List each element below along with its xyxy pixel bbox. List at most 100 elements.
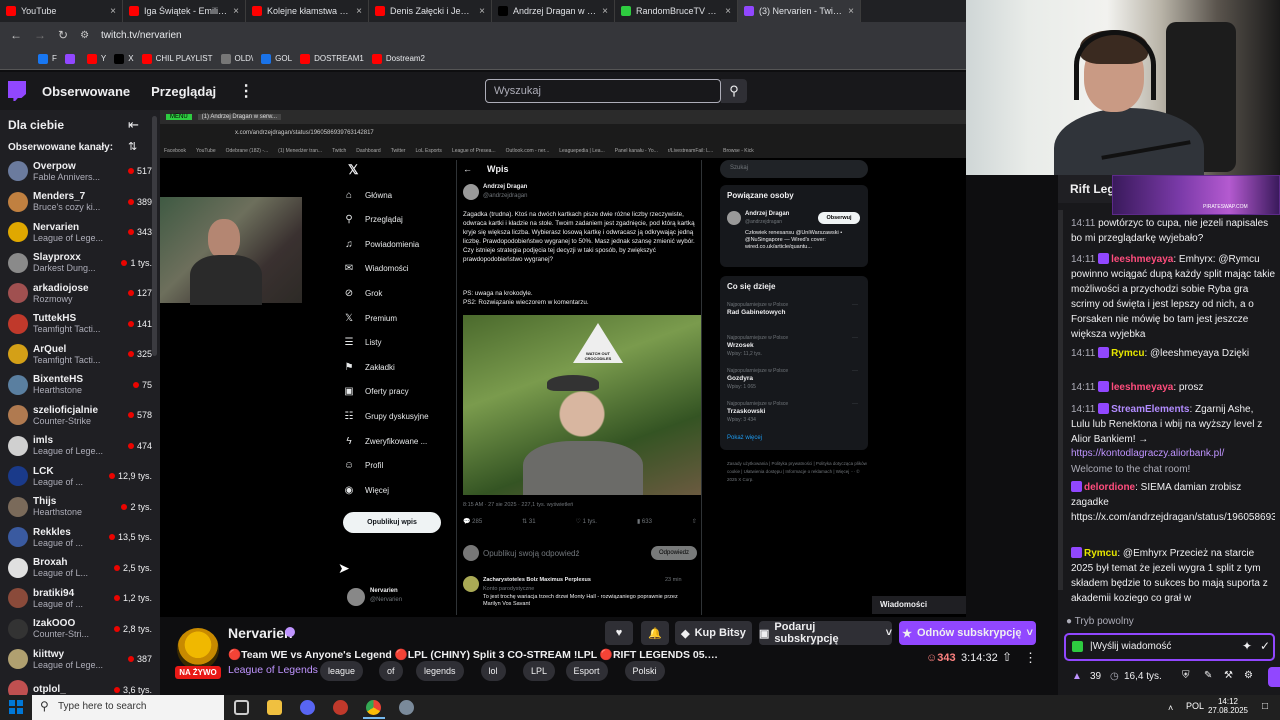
tray-chevron-icon[interactable]: ˄: [1168, 703, 1173, 713]
sidebar-channel[interactable]: BixenteHS Hearthstone 75: [0, 370, 152, 400]
x-nav-item[interactable]: ⌂ Główna: [343, 187, 392, 203]
sidebar-channel[interactable]: Overpow Fable Annivers... 517: [0, 156, 152, 186]
chat-username[interactable]: Rymcu: [1084, 548, 1117, 559]
channel-points[interactable]: 39: [1090, 671, 1101, 682]
show-more-link[interactable]: Pokaż więcej: [727, 435, 762, 441]
file-explorer-icon[interactable]: [267, 700, 282, 715]
stream-video[interactable]: MENU (1) Andrzej Dragan w serw... x.com/…: [160, 110, 966, 617]
gift-sub-button[interactable]: ▣ Podaruj subskrypcję ˅: [759, 621, 892, 645]
x-nav-item[interactable]: ☺ Profil: [343, 458, 383, 474]
reply-input[interactable]: Opublikuj swoją odpowiedź: [483, 549, 580, 558]
chrome-icon[interactable]: [366, 700, 381, 715]
browser-tab[interactable]: Iga Świątek - Emiliana Ara... ×: [123, 0, 246, 22]
browser-tab[interactable]: RandomBruceTV Stream ... ×: [615, 0, 738, 22]
pen-icon[interactable]: ✎: [1204, 670, 1212, 681]
back-arrow-icon[interactable]: ←: [463, 164, 472, 174]
tab-close-icon[interactable]: ×: [725, 6, 731, 17]
sidebar-channel[interactable]: ArQuel Teamfight Tacti... 325: [0, 339, 152, 369]
x-nav-item[interactable]: ◉ Więcej: [343, 482, 389, 498]
channel-avatar[interactable]: [177, 628, 219, 670]
share-icon[interactable]: ⇧: [692, 518, 697, 530]
emote-picker-icon[interactable]: ✦: [1242, 639, 1252, 653]
tag-pill[interactable]: legends: [416, 661, 464, 681]
bookmark-item[interactable]: GOL: [261, 53, 292, 64]
site-info-icon[interactable]: ⚙: [80, 30, 89, 41]
x-nav-item[interactable]: 𝕏 Premium: [343, 310, 397, 326]
chat-scrollbar[interactable]: [1058, 210, 1063, 590]
trend-more-icon[interactable]: ···: [852, 302, 858, 308]
taskbar-search-input[interactable]: ⚲ Type here to search: [32, 695, 224, 720]
tag-pill[interactable]: league: [320, 661, 364, 681]
chat-username[interactable]: Rymcu: [1111, 348, 1144, 359]
tab-close-icon[interactable]: ×: [356, 6, 362, 17]
taskbar-clock[interactable]: 14:12 27.08.2025: [1206, 697, 1250, 715]
chat-username[interactable]: delordione: [1084, 482, 1135, 493]
trend-name[interactable]: Trzaskowski: [727, 408, 765, 415]
windows-start-icon[interactable]: [9, 700, 23, 714]
sidebar-channel[interactable]: Thijs Hearthstone 2 tys.: [0, 492, 152, 522]
tab-close-icon[interactable]: ×: [479, 6, 485, 17]
browser-tab[interactable]: Kolejne kłamstwa koalicji... ×: [246, 0, 369, 22]
x-nav-item[interactable]: ♫ Powiadomienia: [343, 236, 419, 252]
share-icon[interactable]: ⇧: [1002, 650, 1012, 664]
messages-drawer[interactable]: Wiadomości ▲: [872, 596, 966, 614]
search-icon[interactable]: ⚲: [721, 79, 747, 103]
bookmark-item[interactable]: Y: [86, 53, 106, 64]
author-avatar[interactable]: [463, 184, 479, 200]
renew-sub-button[interactable]: ★ Odnów subskrypcję ˅: [899, 621, 1036, 645]
reply-count[interactable]: 💬 285: [463, 518, 482, 530]
x-nav-item[interactable]: ☷ Grupy dyskusyjne: [343, 408, 429, 424]
x-nav-item[interactable]: ☰ Listy: [343, 335, 382, 351]
profile-avatar[interactable]: [347, 588, 365, 606]
view-count[interactable]: ▮ 633: [637, 518, 652, 530]
retweet-count[interactable]: ⇅ 31: [522, 518, 535, 530]
sidebar-channel[interactable]: Slayproxx Darkest Dung... 1 tys.: [0, 248, 152, 278]
sidebar-channel[interactable]: szelioficjalnie Counter-Strike 578: [0, 400, 152, 430]
following-link[interactable]: Obserwowane: [42, 84, 130, 99]
browser-tab[interactable]: Andrzej Dragan w serwisie... ×: [492, 0, 615, 22]
sidebar-channel[interactable]: TuttekHS Teamfight Tacti... 141: [0, 309, 152, 339]
trend-name[interactable]: Rad Gabinetowych: [727, 309, 786, 316]
x-nav-item[interactable]: ▣ Oferty pracy: [343, 384, 408, 400]
tab-close-icon[interactable]: ×: [602, 6, 608, 17]
post-button[interactable]: Opublikuj wpis: [343, 512, 441, 533]
like-count[interactable]: ♡ 1 tys.: [576, 518, 597, 530]
tag-pill[interactable]: Esport: [565, 661, 608, 681]
sidebar-channel[interactable]: bratiki94 League of ... 1,2 tys.: [0, 583, 152, 613]
reply-button[interactable]: Odpowiedz: [651, 546, 697, 560]
sidebar-channel[interactable]: Broxah League of L... 2,5 tys.: [0, 553, 152, 583]
sort-icon[interactable]: ⇅: [128, 140, 137, 153]
forward-icon[interactable]: →: [34, 28, 46, 42]
notification-icon[interactable]: □: [1262, 701, 1268, 712]
chat-send-button[interactable]: [1268, 667, 1280, 687]
sidebar-scrollbar[interactable]: [152, 116, 157, 356]
tweet-photo[interactable]: WATCH OUT CROCODILES: [463, 315, 701, 495]
collapse-sidebar-icon[interactable]: ⇤: [128, 117, 139, 133]
notifications-button[interactable]: 🔔: [641, 621, 669, 645]
tab-close-icon[interactable]: ×: [233, 6, 239, 17]
sidebar-channel[interactable]: Rekkles League of ... 13,5 tys.: [0, 522, 152, 552]
sidebar-channel[interactable]: arkadiojose Rozmowy 127: [0, 278, 152, 308]
discord-icon[interactable]: [300, 700, 315, 715]
browser-tab[interactable]: (3) Nervarien - Twitch ×: [738, 0, 861, 22]
search-input[interactable]: Wyszukaj: [485, 79, 721, 103]
trend-name[interactable]: Wrzosek: [727, 342, 754, 349]
chat-username[interactable]: StreamElements: [1111, 404, 1189, 415]
sidebar-channel[interactable]: IzakOOO Counter-Stri... 2,8 tys.: [0, 614, 152, 644]
points-icon[interactable]: ▲: [1072, 671, 1082, 682]
get-bits-button[interactable]: ◆ Kup Bitsy: [675, 621, 752, 645]
follow-button[interactable]: Obserwuj: [818, 212, 860, 224]
shield-icon[interactable]: ⛨: [1182, 670, 1190, 681]
bits-icon[interactable]: ✓: [1260, 639, 1270, 653]
x-search-input[interactable]: Szukaj: [720, 160, 868, 178]
bookmark-item[interactable]: X: [114, 53, 134, 64]
trend-name[interactable]: Gozdyra: [727, 375, 753, 382]
url-field[interactable]: twitch.tv/nervarien: [101, 30, 182, 41]
tab-close-icon[interactable]: ×: [848, 6, 854, 17]
bookmark-item[interactable]: [64, 53, 79, 64]
tag-pill[interactable]: of: [379, 661, 403, 681]
reload-icon[interactable]: ↻: [58, 28, 68, 42]
app2-icon[interactable]: [399, 700, 414, 715]
more-options-icon[interactable]: ⋮: [1024, 650, 1037, 666]
sidebar-channel[interactable]: Menders_7 Bruce's cozy ki... 389: [0, 187, 152, 217]
